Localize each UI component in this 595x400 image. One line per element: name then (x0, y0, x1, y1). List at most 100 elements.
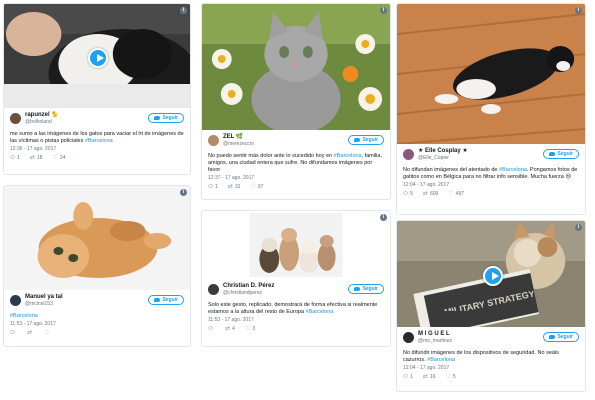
reply-icon: ⬭ (208, 184, 214, 190)
play-icon[interactable] (88, 48, 108, 68)
tweet-actions: ⬭ 1 ⇄ 31 ♡ 97 (202, 181, 390, 190)
like-button[interactable]: ♡ 3 (245, 326, 255, 332)
hashtag-link[interactable]: #Barcelona (306, 309, 334, 315)
like-button[interactable]: ♡ (44, 330, 51, 336)
retweet-button[interactable]: ⇄ (27, 330, 34, 336)
tweet-card: i rapunzel 🐈 @bolholand Seguir me sumo a… (3, 3, 191, 175)
tweet-date[interactable]: 11:53 - 17 ago. 2017 (202, 316, 390, 323)
user-handle[interactable]: @christiandperez (223, 290, 274, 296)
reply-button[interactable]: ⬭ 5 (403, 191, 413, 197)
tweet-actions: ⬭ ⇄ ♡ (4, 327, 190, 336)
retweet-button[interactable]: ⇄ 4 (225, 326, 235, 332)
retweet-icon: ⇄ (227, 184, 233, 190)
heart-icon: ♡ (250, 184, 256, 190)
tweet-actions: ⬭ ⇄ 4 ♡ 3 (202, 323, 390, 332)
reply-icon: ⬭ (403, 374, 409, 380)
book-title: MILITARY STRATEGY (443, 291, 535, 311)
like-button[interactable]: ♡ 97 (251, 184, 264, 190)
user-name[interactable]: Christian D. Pérez (223, 283, 274, 290)
kitten-image (4, 186, 190, 290)
tweet-date[interactable]: 12:04 - 17 ago. 2017 (397, 364, 585, 371)
svg-text:MILITARY STRATEGY: MILITARY STRATEGY (443, 291, 535, 311)
tweet-text: No difundir imágenes de los dispositivos… (403, 350, 559, 363)
heart-icon: ♡ (52, 155, 58, 161)
reply-button[interactable]: ⬭ 1 (10, 155, 20, 161)
avatar[interactable] (403, 332, 414, 343)
hashtag-link[interactable]: #Barcelona (499, 167, 527, 173)
reply-button[interactable]: ⬭ 1 (208, 184, 218, 190)
retweet-icon: ⇄ (29, 155, 35, 161)
user-handle[interactable]: @merezeccm (223, 141, 254, 147)
tweet-card: i Manuel ya tal @mcinni153 Seguir #Barce… (3, 185, 191, 347)
user-handle[interactable]: @mcinni153 (25, 301, 63, 307)
play-icon[interactable] (483, 266, 503, 286)
like-button[interactable]: ♡ 497 (448, 191, 464, 197)
retweet-button[interactable]: ⇄ 609 (423, 191, 438, 197)
follow-button[interactable]: Seguir (348, 284, 384, 294)
user-name[interactable]: rapunzel 🐈 (25, 112, 59, 119)
follow-button[interactable]: Seguir (348, 135, 384, 145)
bird-icon (154, 116, 161, 120)
follow-button[interactable]: Seguir (543, 149, 579, 159)
hashtag-link[interactable]: #Barcelona (427, 357, 455, 363)
tweet-photo[interactable]: i (202, 211, 390, 279)
tweet-photo[interactable]: i (4, 186, 190, 290)
info-icon[interactable]: i (575, 224, 582, 231)
heart-icon: ♡ (448, 191, 454, 197)
user-name[interactable]: ZEL 🌿 (223, 134, 254, 141)
avatar[interactable] (208, 135, 219, 146)
kittens-image (202, 211, 390, 279)
user-name[interactable]: M I G U E L (418, 331, 452, 338)
reply-button[interactable]: ⬭ (10, 330, 17, 336)
reply-button[interactable]: ⬭ (208, 326, 215, 332)
retweet-button[interactable]: ⇄ 16 (423, 374, 436, 380)
bird-icon (154, 298, 161, 302)
hashtag-link[interactable]: #Barcelona (334, 153, 362, 159)
tweet-actions: ⬭ 1 ⇄ 18 ♡ 24 (4, 152, 190, 161)
tweet-date[interactable]: 11:53 - 17 ago. 2017 (4, 320, 190, 327)
user-name[interactable]: Manuel ya tal (25, 294, 63, 301)
avatar[interactable] (10, 113, 21, 124)
bird-icon (354, 138, 361, 142)
tweet-video[interactable]: MILITARY STRATEGY i (397, 221, 585, 327)
tweet-date[interactable]: 12:36 - 17 ago. 2017 (4, 145, 190, 152)
tweet-card: MILITARY STRATEGY i M I G U E L @mo_mart… (396, 220, 586, 392)
avatar[interactable] (208, 284, 219, 295)
hashtag-link[interactable]: #Barcelona (85, 138, 113, 144)
reply-icon: ⬭ (10, 330, 16, 336)
hashtag-link[interactable]: #Barcelona (10, 313, 38, 319)
retweet-button[interactable]: ⇄ 18 (30, 155, 43, 161)
info-icon[interactable]: i (575, 7, 582, 14)
follow-button[interactable]: Seguir (543, 332, 579, 342)
avatar[interactable] (403, 149, 414, 160)
bird-icon (549, 152, 556, 156)
info-icon[interactable]: i (380, 7, 387, 14)
user-handle[interactable]: @bolholand (25, 119, 59, 125)
like-button[interactable]: ♡ 24 (53, 155, 66, 161)
tweet-text: Solo este gesto, replicado, demostrará d… (208, 302, 378, 315)
tweet-photo[interactable]: i (397, 4, 585, 144)
user-name[interactable]: ★ Elle Cosplay ★ (418, 148, 468, 155)
follow-button[interactable]: Seguir (148, 295, 184, 305)
tweet-text: No puedo sentir más dolor ante lo sucedi… (208, 153, 382, 173)
reply-icon: ⬭ (208, 326, 214, 332)
reply-button[interactable]: ⬭ 1 (403, 374, 413, 380)
tweet-date[interactable]: 12:37 - 17 ago. 2017 (202, 174, 390, 181)
info-icon[interactable]: i (380, 214, 387, 221)
retweet-button[interactable]: ⇄ 31 (228, 184, 241, 190)
info-icon[interactable]: i (180, 189, 187, 196)
user-handle[interactable]: @mo_martinez (418, 338, 452, 344)
user-handle[interactable]: @Elle_Copier (418, 155, 468, 161)
kitten-image (202, 4, 390, 130)
avatar[interactable] (10, 295, 21, 306)
tweet-photo[interactable]: i (202, 4, 390, 130)
tweet-date[interactable]: 12:04 - 17 ago. 2017 (397, 181, 585, 188)
tweet-video[interactable]: i (4, 4, 190, 108)
tweet-collage: i rapunzel 🐈 @bolholand Seguir me sumo a… (0, 0, 595, 400)
follow-button[interactable]: Seguir (148, 113, 184, 123)
like-button[interactable]: ♡ 5 (446, 374, 456, 380)
tweet-card: i ★ Elle Cosplay ★ @Elle_Copier Seguir N… (396, 3, 586, 215)
reply-icon: ⬭ (403, 191, 409, 197)
tweet-actions: ⬭ 1 ⇄ 16 ♡ 5 (397, 371, 585, 380)
info-icon[interactable]: i (180, 7, 187, 14)
